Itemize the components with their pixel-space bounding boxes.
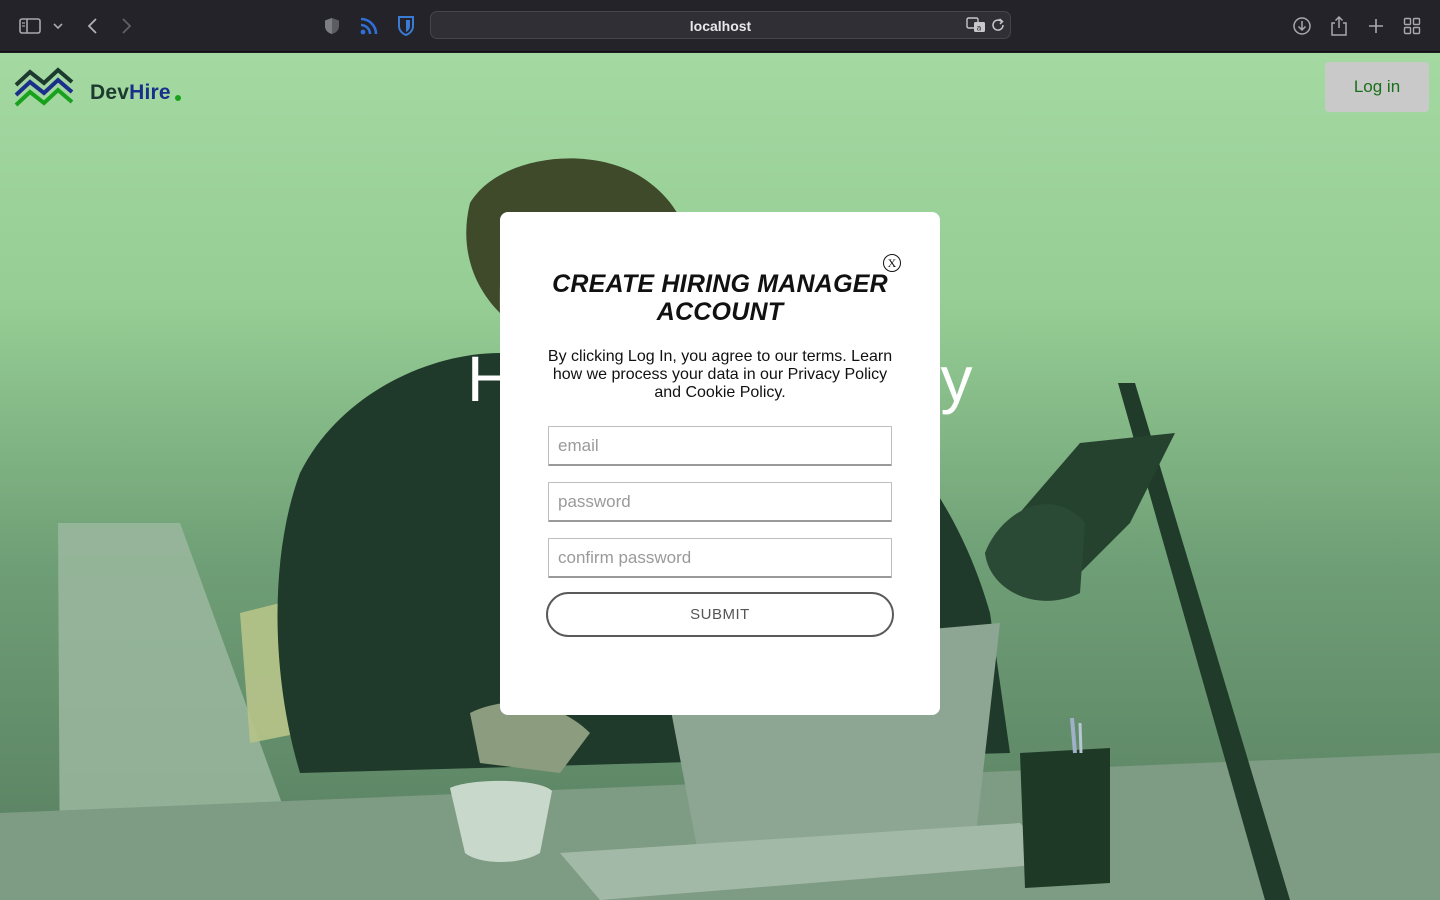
url-text[interactable]: localhost — [431, 18, 1010, 34]
brand-name: DevHire — [90, 81, 181, 105]
forward-icon[interactable] — [115, 14, 139, 38]
back-icon[interactable] — [80, 14, 104, 38]
browser-toolbar: localhost a — [0, 0, 1440, 52]
terms-text: By clicking Log In, you agree to our ter… — [547, 348, 893, 401]
login-button[interactable]: Log in — [1325, 62, 1429, 112]
tab-overview-icon[interactable] — [1400, 14, 1424, 38]
new-tab-icon[interactable] — [1364, 14, 1388, 38]
brand-dot — [174, 94, 181, 101]
page: DevHire Log in Hiring made easy X CREATE… — [0, 53, 1440, 900]
submit-button[interactable]: SUBMIT — [546, 592, 894, 637]
chevron-down-icon[interactable] — [48, 14, 68, 38]
bitwarden-icon[interactable] — [394, 14, 418, 38]
address-bar[interactable]: localhost a — [430, 11, 1011, 39]
brand-logo[interactable]: DevHire — [14, 67, 181, 118]
signup-modal: X CREATE HIRING MANAGER ACCOUNT By click… — [500, 212, 940, 715]
shield-icon[interactable] — [320, 14, 344, 38]
rss-icon[interactable] — [357, 14, 381, 38]
confirm-password-field[interactable] — [548, 538, 892, 578]
modal-title: CREATE HIRING MANAGER ACCOUNT — [552, 270, 888, 326]
translate-icon[interactable]: a — [966, 17, 986, 38]
reload-icon[interactable] — [990, 17, 1006, 38]
email-field[interactable] — [548, 426, 892, 466]
password-field[interactable] — [548, 482, 892, 522]
share-icon[interactable] — [1327, 14, 1351, 38]
download-icon[interactable] — [1290, 14, 1314, 38]
svg-text:a: a — [977, 24, 982, 33]
brand-hire: Hire — [129, 80, 171, 104]
brand-dev: Dev — [90, 80, 130, 104]
logo-mark-icon — [14, 67, 74, 118]
sidebar-icon[interactable] — [18, 14, 42, 38]
